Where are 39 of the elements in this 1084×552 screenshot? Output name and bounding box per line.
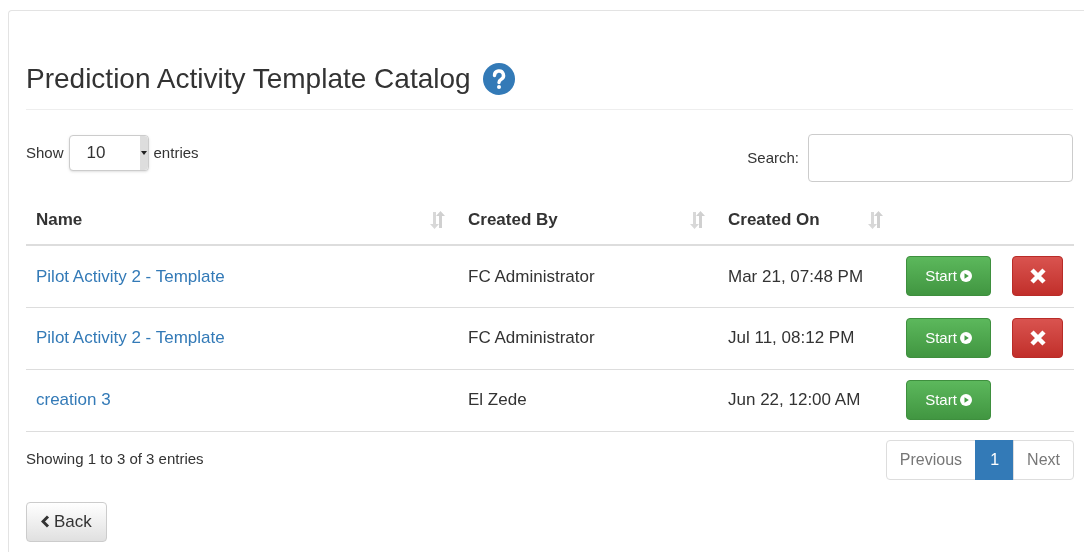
help-icon[interactable]	[482, 63, 515, 95]
dropdown-caret-icon	[139, 136, 148, 170]
close-icon	[1028, 267, 1047, 286]
template-link[interactable]: Pilot Activity 2 - Template	[36, 328, 225, 348]
table-cell: El Zede	[468, 390, 527, 410]
start-button[interactable]: Start	[906, 380, 991, 420]
delete-button[interactable]	[1012, 256, 1063, 297]
start-button[interactable]: Start	[906, 256, 991, 297]
page-title: Prediction Activity Template Catalog	[26, 62, 471, 96]
pagination-link[interactable]: Next	[1013, 439, 1074, 480]
entries-select[interactable]: 10	[68, 135, 149, 171]
table-info: Showing 1 to 3 of 3 entries	[26, 449, 204, 470]
pagination-link[interactable]: 1	[975, 439, 1015, 480]
delete-button[interactable]	[1012, 318, 1063, 358]
sort-icon	[428, 209, 446, 230]
column-header[interactable]: Name	[36, 206, 83, 233]
close-icon	[1028, 329, 1047, 347]
play-icon	[959, 394, 972, 406]
start-button[interactable]: Start	[906, 318, 991, 358]
table-cell: Mar 21, 07:48 PM	[728, 266, 864, 286]
table-cell: Jul 11, 08:12 PM	[728, 328, 855, 348]
search-label: Search:	[747, 147, 799, 168]
search-field[interactable]	[808, 134, 1073, 182]
entries-label: entries	[153, 142, 199, 163]
chevron-left-icon	[41, 515, 50, 528]
play-icon	[959, 270, 972, 283]
table-cell: FC Administrator	[468, 328, 595, 348]
table-cell: Jun 22, 12:00 AM	[728, 390, 861, 410]
play-icon	[959, 332, 972, 344]
template-link[interactable]: Pilot Activity 2 - Template	[36, 266, 225, 286]
sort-icon	[866, 209, 884, 230]
sort-icon	[688, 209, 706, 230]
column-header[interactable]: Created On	[728, 206, 820, 233]
template-link[interactable]: creation 3	[36, 390, 111, 410]
back-button[interactable]: Back	[26, 501, 107, 542]
show-label: Show	[26, 142, 64, 163]
pagination-link[interactable]: Previous	[885, 439, 977, 480]
table-cell: FC Administrator	[468, 266, 595, 286]
column-header[interactable]: Created By	[468, 206, 558, 233]
